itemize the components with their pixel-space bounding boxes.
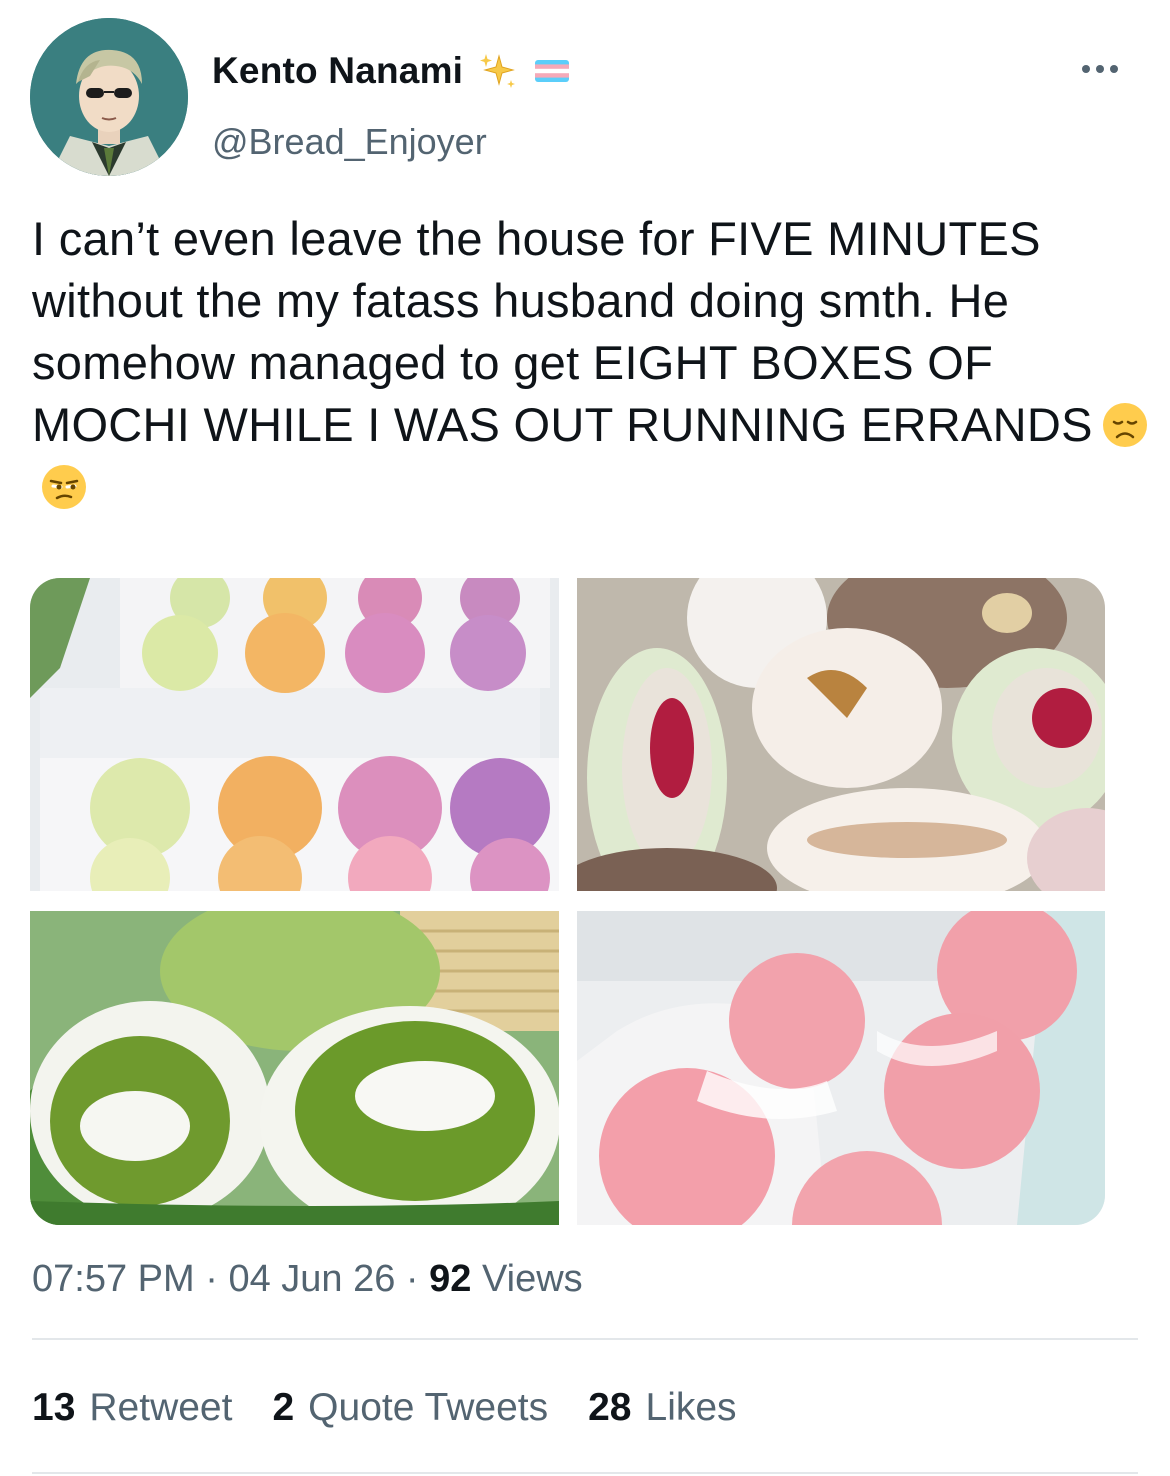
views-count: 92 xyxy=(429,1258,472,1300)
tweet: Kento Nanami @Bread_Enjoyer I can’t even… xyxy=(0,0,1170,1476)
display-name[interactable]: Kento Nanami xyxy=(212,50,463,92)
tweet-meta: 07:57 PM · 04 Jun 26 · 92 Views xyxy=(32,1258,583,1301)
media-image-mochi-box[interactable] xyxy=(30,578,559,891)
retweets-count: 13 xyxy=(32,1386,76,1429)
unamused-face-emoji xyxy=(42,465,86,509)
media-image-mochi-fillings[interactable] xyxy=(577,578,1105,891)
avatar-illustration xyxy=(30,18,188,176)
quote-tweets-label: Quote Tweets xyxy=(308,1386,549,1429)
likes-stat[interactable]: 28 Likes xyxy=(588,1386,736,1430)
retweets-label: Retweet xyxy=(89,1386,233,1429)
user-handle[interactable]: @Bread_Enjoyer xyxy=(212,121,487,163)
engagement-stats: 13 Retweet 2 Quote Tweets 28 Likes xyxy=(32,1386,737,1430)
tweet-text: I can’t even leave the house for FIVE MI… xyxy=(32,208,1152,518)
avatar[interactable] xyxy=(30,18,188,176)
transgender-flag-icon xyxy=(535,60,570,82)
tweet-date[interactable]: 04 Jun 26 xyxy=(228,1258,395,1300)
divider xyxy=(32,1338,1138,1340)
more-options-button[interactable] xyxy=(1070,54,1130,84)
disappointed-face-emoji xyxy=(1102,403,1147,447)
name-row: Kento Nanami xyxy=(212,50,570,92)
tweet-body: I can’t even leave the house for FIVE MI… xyxy=(32,212,1093,451)
likes-count: 28 xyxy=(588,1386,632,1429)
retweets-stat[interactable]: 13 Retweet xyxy=(32,1386,232,1430)
more-horizontal-icon-dot xyxy=(1110,65,1118,73)
divider xyxy=(32,1472,1138,1474)
sparkles-icon xyxy=(480,54,516,88)
quote-tweets-count: 2 xyxy=(272,1386,295,1429)
more-horizontal-icon-dot xyxy=(1082,65,1090,73)
media-image-matcha-mochi[interactable] xyxy=(30,911,559,1225)
media-image-pink-mochi[interactable] xyxy=(577,911,1105,1225)
tweet-time[interactable]: 07:57 PM xyxy=(32,1258,195,1300)
views-label: Views xyxy=(481,1258,583,1300)
more-horizontal-icon-dot xyxy=(1096,65,1104,73)
meta-separator: · xyxy=(205,1258,218,1300)
quote-tweets-stat[interactable]: 2 Quote Tweets xyxy=(272,1386,548,1430)
likes-label: Likes xyxy=(645,1386,737,1429)
media-grid xyxy=(30,578,1105,1225)
meta-separator: · xyxy=(405,1258,419,1300)
